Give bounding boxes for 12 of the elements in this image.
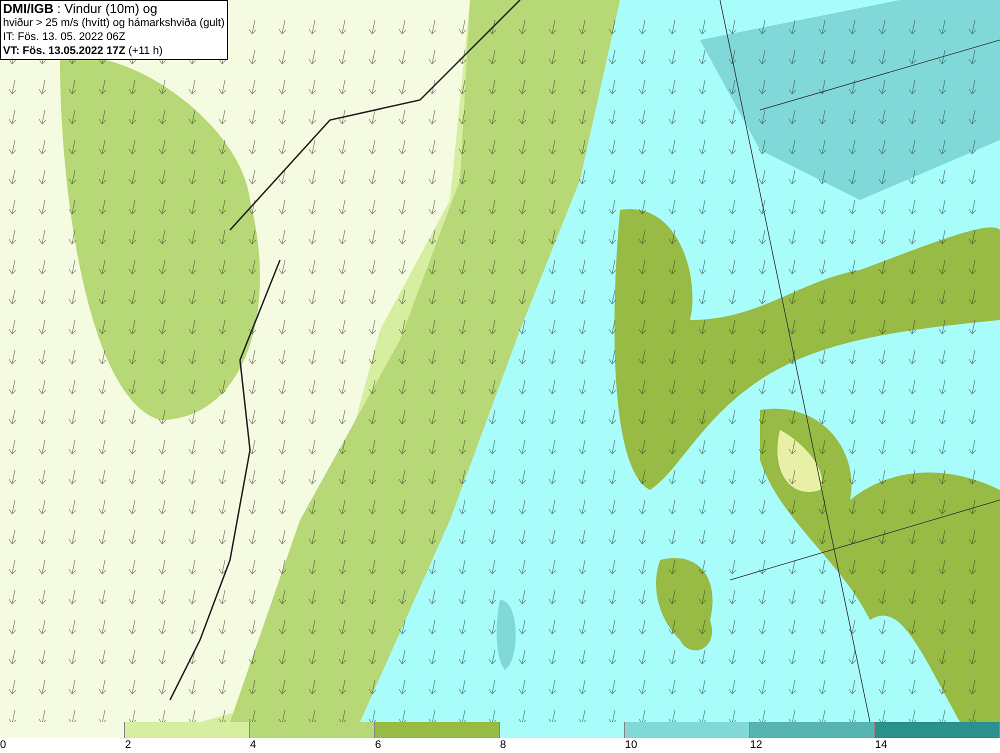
legend-label: 10 — [625, 738, 638, 752]
legend-label: 2 — [125, 738, 132, 752]
info-text: DMI/IGB : Vindur (10m) og — [3, 2, 158, 16]
info-text: hviður > 25 m/s (hvítt) og hámarkshviða (gult) — [3, 16, 225, 30]
info-text: IT: Fös. 13. 05. 2022 06Z — [3, 30, 126, 44]
legend-label: 6 — [375, 738, 382, 752]
legend-label: 8 — [500, 738, 506, 752]
legend-label: 4 — [250, 738, 256, 752]
legend-label: 14 — [875, 738, 888, 752]
legend-label: 12 — [750, 738, 762, 752]
info-text: VT: Fös. 13.05.2022 17Z (+11 h) — [3, 44, 164, 58]
legend-label: 0 — [0, 738, 6, 752]
